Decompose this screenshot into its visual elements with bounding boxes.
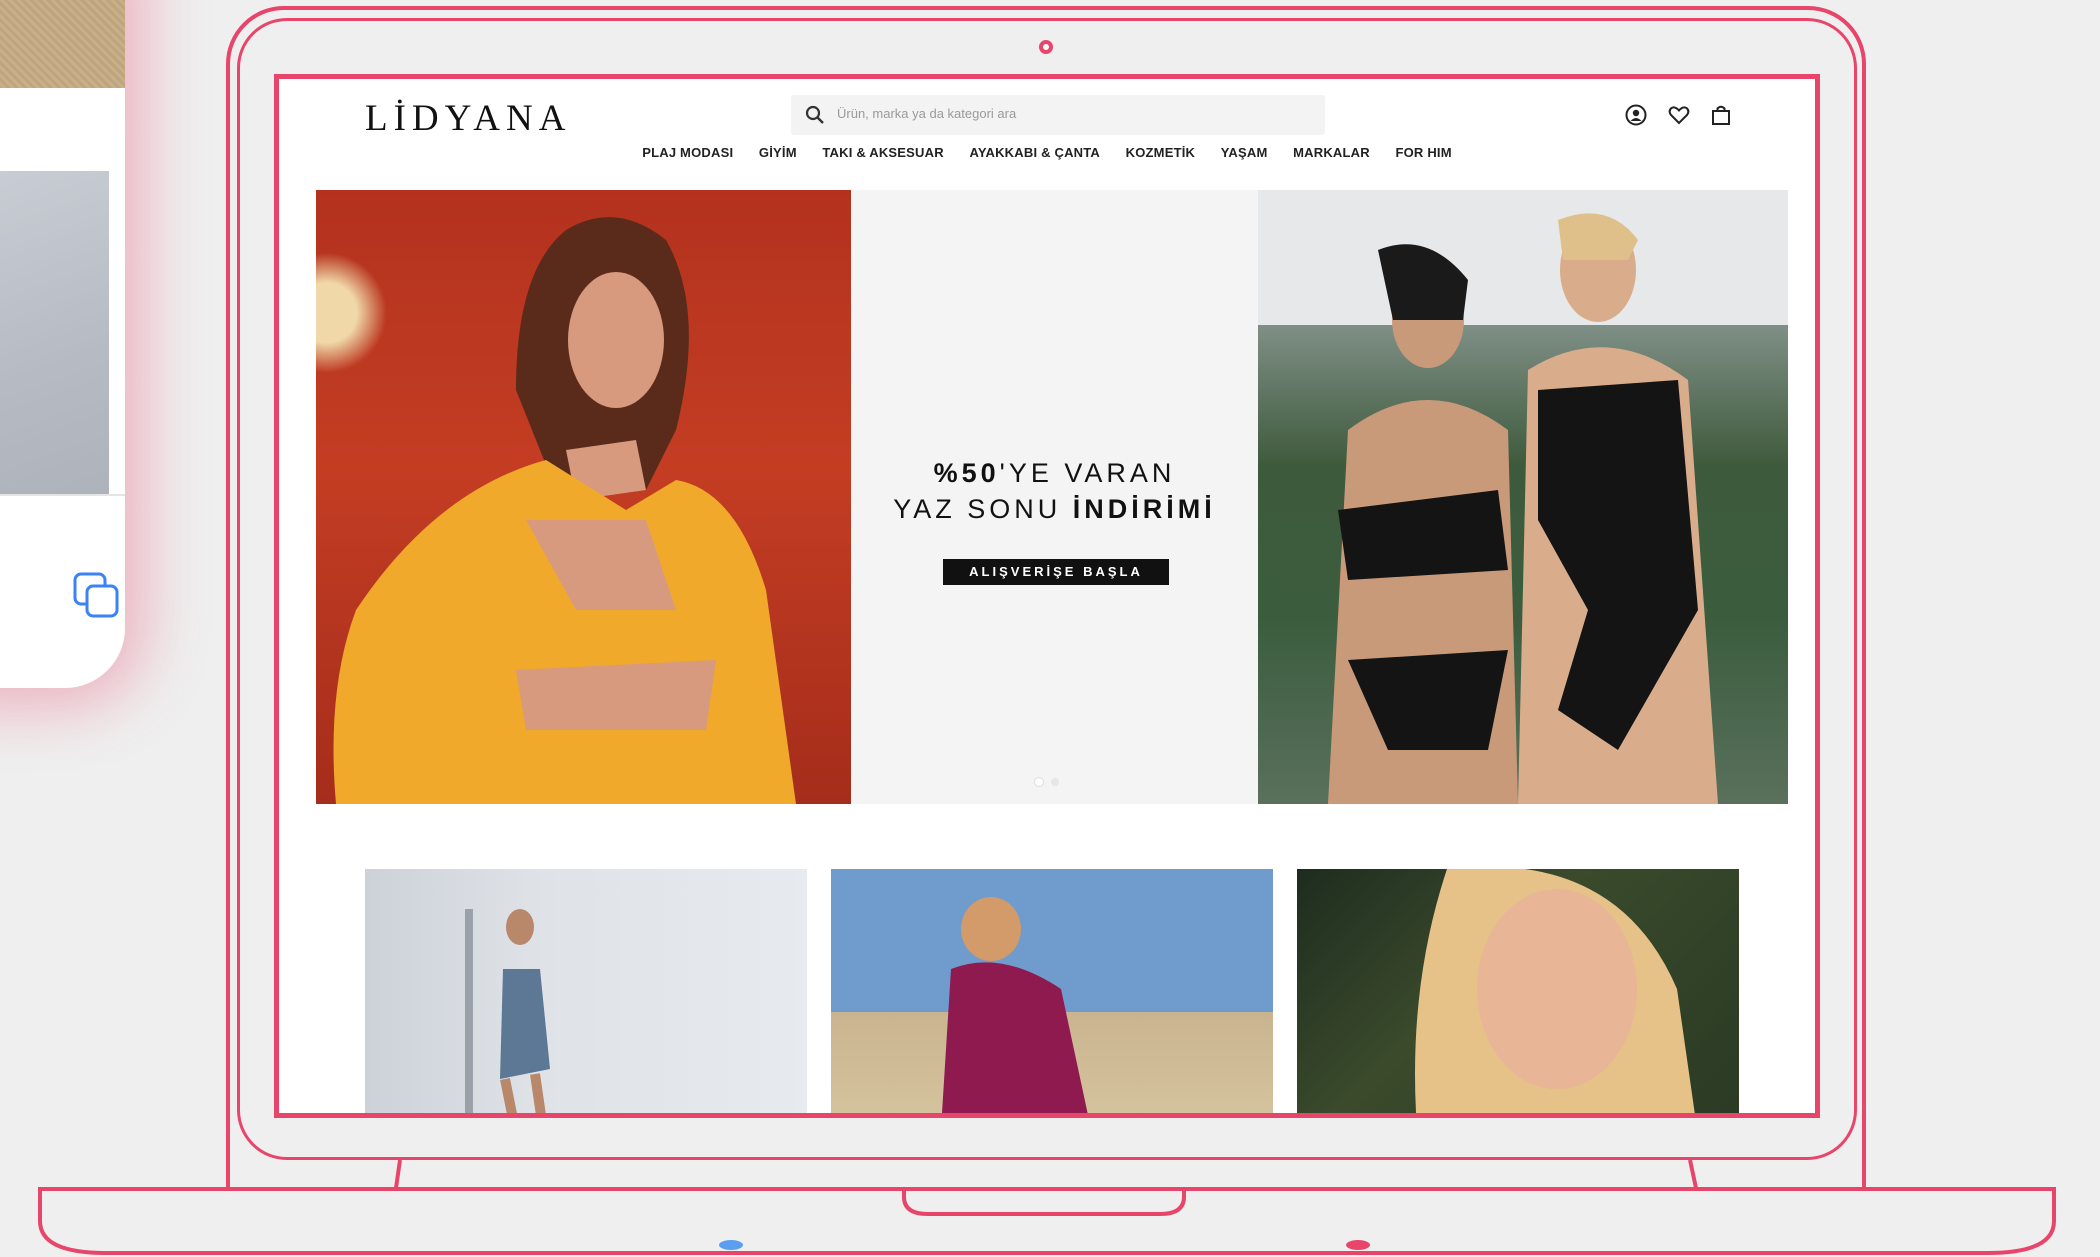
hero-image-left[interactable] (316, 190, 851, 804)
phone-texture-image (0, 0, 125, 88)
hero-promo-panel: %50'YE VARAN YAZ SONU İNDİRİMİ ALIŞVERİŞ… (851, 190, 1258, 804)
promo-percent: %50 (933, 458, 1000, 488)
promo-line-1: %50'YE VARAN (851, 458, 1258, 489)
main-nav: PLAJ MODASI GİYİM TAKI & AKSESUAR AYAKKA… (279, 145, 1815, 160)
model-blonde-portrait-illustration (1415, 869, 1695, 1113)
laptop-camera (1039, 40, 1053, 54)
search-input[interactable]: Ürün, marka ya da kategori ara (791, 95, 1325, 135)
carousel-dot-1[interactable] (1035, 778, 1043, 786)
promo-line-1-rest: 'YE VARAN (999, 458, 1176, 488)
laptop-base (38, 1187, 2056, 1255)
promo-line-2-bold: İNDİRİMİ (1072, 494, 1216, 524)
models-swimwear-illustration (1328, 213, 1718, 804)
category-tile-3[interactable] (1297, 869, 1739, 1113)
model-blue-dress-illustration (465, 909, 550, 1113)
carousel-dot-2[interactable] (1051, 778, 1059, 786)
nav-item-markalar[interactable]: MARKALAR (1293, 145, 1370, 160)
model-magenta-outfit-illustration (942, 897, 1088, 1113)
phone-divider (0, 494, 125, 496)
carousel-dots (1031, 773, 1063, 791)
bag-icon[interactable] (1709, 103, 1733, 127)
phone-preview-card (0, 0, 125, 688)
search-icon (805, 105, 824, 124)
shop-now-button[interactable]: ALIŞVERİŞE BAŞLA (943, 559, 1169, 585)
model-yellow-dress-illustration (333, 217, 796, 804)
category-tile-1[interactable] (365, 869, 807, 1113)
site-logo[interactable]: LİDYANA (365, 97, 571, 140)
nav-item-ayakkabi-canta[interactable]: AYAKKABI & ÇANTA (969, 145, 1100, 160)
nav-item-for-him[interactable]: FOR HIM (1395, 145, 1451, 160)
category-tile-2[interactable] (831, 869, 1273, 1113)
copy-icon[interactable] (72, 571, 122, 621)
search-placeholder: Ürün, marka ya da kategori ara (837, 106, 1017, 121)
nav-item-taki-aksesuar[interactable]: TAKI & AKSESUAR (822, 145, 943, 160)
heart-icon[interactable] (1667, 103, 1691, 127)
hero-image-right[interactable] (1258, 190, 1788, 804)
laptop-hinge (394, 1160, 1698, 1189)
nav-item-yasam[interactable]: YAŞAM (1221, 145, 1268, 160)
phone-product-image (0, 171, 109, 494)
nav-item-giyim[interactable]: GİYİM (759, 145, 797, 160)
promo-line-2-start: YAZ SONU (893, 494, 1073, 524)
nav-item-plaj-modasi[interactable]: PLAJ MODASI (642, 145, 733, 160)
laptop-screen: LİDYANA Ürün, marka ya da kategori ara P… (274, 74, 1820, 1118)
nav-item-kozmetik[interactable]: KOZMETİK (1126, 145, 1195, 160)
user-icon[interactable] (1624, 103, 1648, 127)
promo-line-2: YAZ SONU İNDİRİMİ (851, 494, 1258, 525)
